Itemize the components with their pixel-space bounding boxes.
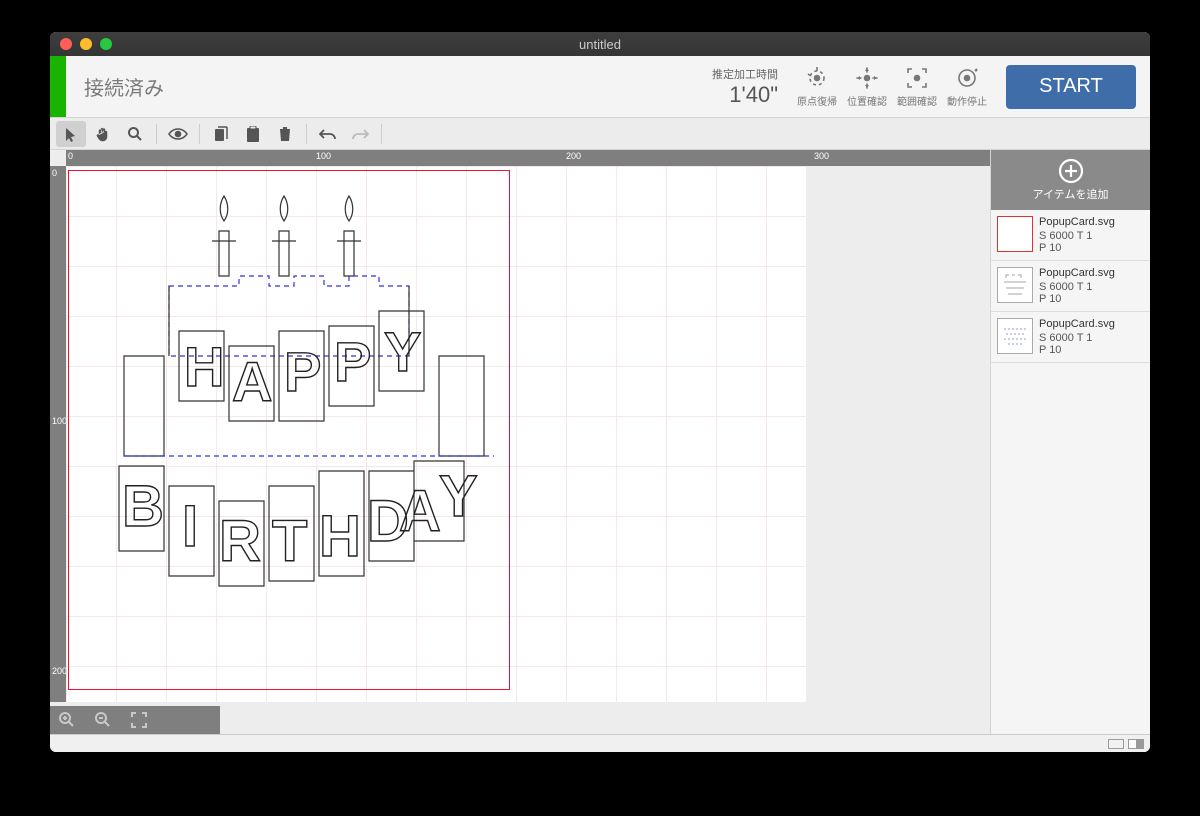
svg-text:P: P [334,330,371,393]
clipboard-icon [246,126,260,142]
layer-name: PopupCard.svg [1039,318,1144,330]
svg-text:I: I [182,494,198,559]
magnifier-icon [127,126,143,142]
eye-icon [168,127,188,141]
window-title: untitled [50,37,1150,52]
start-button[interactable]: START [1006,65,1136,109]
zoom-in-icon[interactable] [58,711,76,729]
popup-card-design[interactable]: H A P P Y B I R T H D A Y [69,171,511,691]
app-window: untitled 接続済み 推定加工時間 1'40" 原点復帰 位置確認 範囲確… [50,32,1150,752]
svg-text:T: T [272,509,307,574]
layer-params: S 6000 T 1 [1039,230,1144,242]
svg-text:Y: Y [439,464,478,529]
layer-thumbnail [997,318,1033,354]
separator [199,124,200,144]
range-check-icon [904,65,930,91]
cursor-icon [63,126,79,142]
layer-item[interactable]: PopupCard.svg S 6000 T 1 P 10 [991,312,1150,363]
position-check-icon [854,65,880,91]
layer-params: S 6000 T 1 [1039,281,1144,293]
view-mode-single-icon[interactable] [1108,739,1124,749]
fit-screen-icon[interactable] [130,711,148,729]
layer-thumbnail [997,267,1033,303]
canvas[interactable]: H A P P Y B I R T H D A Y [66,166,990,702]
origin-return-icon [804,65,830,91]
undo-icon [319,128,337,140]
position-check-button[interactable]: 位置確認 [842,65,892,108]
workarea: 0 100 200 300 0 100 200 [50,150,1150,734]
separator [306,124,307,144]
svg-text:R: R [219,509,261,574]
svg-text:B: B [122,474,164,539]
trash-icon [278,126,292,142]
layer-params: P 10 [1039,293,1144,305]
layer-thumbnail [997,216,1033,252]
layer-name: PopupCard.svg [1039,267,1144,279]
stop-button[interactable]: 動作停止 [942,65,992,108]
layer-item[interactable]: PopupCard.svg S 6000 T 1 P 10 [991,210,1150,261]
zoom-out-icon[interactable] [94,711,112,729]
undo-button[interactable] [313,121,343,147]
svg-text:H: H [319,504,361,569]
separator [156,124,157,144]
zoom-toolbar [50,706,220,734]
svg-text:Y: Y [384,320,421,383]
redo-button[interactable] [345,121,375,147]
titlebar[interactable]: untitled [50,32,1150,56]
paste-button[interactable] [238,121,268,147]
toolbar [50,118,1150,150]
layer-params: S 6000 T 1 [1039,332,1144,344]
svg-text:H: H [184,335,224,398]
copy-icon [214,126,229,142]
add-item-button[interactable]: アイテムを追加 [991,150,1150,210]
zoom-tool[interactable] [120,121,150,147]
plus-circle-icon [1058,158,1084,184]
canvas-area: 0 100 200 300 0 100 200 [50,150,990,734]
artwork-bounds[interactable]: H A P P Y B I R T H D A Y [68,170,510,690]
connection-status: 接続済み [66,72,712,101]
sidebar: アイテムを追加 PopupCard.svg S 6000 T 1 P 10 Po… [990,150,1150,734]
redo-icon [351,128,369,140]
preview-tool[interactable] [163,121,193,147]
range-check-button[interactable]: 範囲確認 [892,65,942,108]
select-tool[interactable] [56,121,86,147]
svg-text:A: A [232,350,272,413]
ruler-vertical: 0 100 200 [50,166,66,702]
layer-params: P 10 [1039,242,1144,254]
copy-button[interactable] [206,121,236,147]
estimated-time-value: 1'40" [712,82,778,108]
connection-indicator [50,56,66,117]
layer-params: P 10 [1039,344,1144,356]
stop-icon [954,65,980,91]
pan-tool[interactable] [88,121,118,147]
origin-return-button[interactable]: 原点復帰 [792,65,842,108]
estimated-time-label: 推定加工時間 [712,66,778,82]
delete-button[interactable] [270,121,300,147]
statusbar [50,734,1150,752]
svg-text:P: P [284,340,321,403]
layer-item[interactable]: PopupCard.svg S 6000 T 1 P 10 [991,261,1150,312]
svg-text:A: A [399,479,441,544]
separator [381,124,382,144]
view-mode-split-icon[interactable] [1128,739,1144,749]
estimated-time: 推定加工時間 1'40" [712,66,792,108]
header: 接続済み 推定加工時間 1'40" 原点復帰 位置確認 範囲確認 動作停止 ST… [50,56,1150,118]
layer-name: PopupCard.svg [1039,216,1144,228]
hand-icon [94,125,112,143]
ruler-horizontal: 0 100 200 300 [66,150,990,166]
